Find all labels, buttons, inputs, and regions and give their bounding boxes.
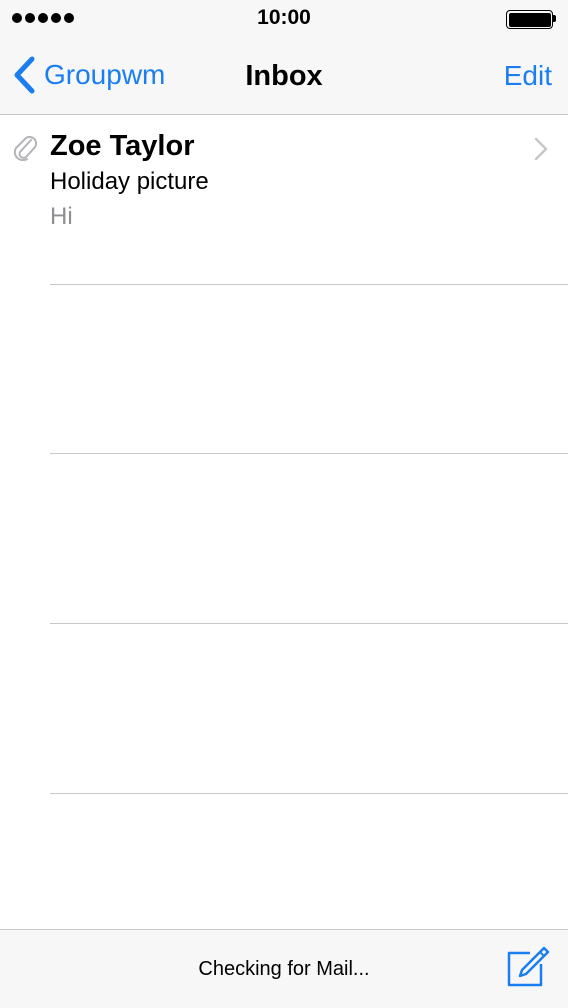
battery-body: [506, 10, 553, 29]
mail-sender: Zoe Taylor: [50, 130, 195, 162]
paperclip-icon: [13, 135, 38, 161]
mail-subject: Holiday picture: [50, 168, 209, 195]
empty-row: [50, 454, 568, 624]
page-title: Inbox: [245, 60, 323, 92]
status-bar: 10:00: [0, 0, 568, 40]
bottom-toolbar: Checking for Mail...: [0, 929, 568, 1008]
mail-list[interactable]: Zoe Taylor Holiday picture Hi: [0, 115, 568, 929]
mail-row-content: Zoe Taylor Holiday picture Hi: [50, 115, 568, 285]
edit-button[interactable]: Edit: [504, 58, 552, 94]
empty-row: [50, 624, 568, 794]
navigation-bar: Groupwm Inbox Edit: [0, 40, 568, 115]
battery-tip: [553, 15, 556, 22]
chevron-right-icon: [534, 137, 548, 161]
status-time: 10:00: [257, 6, 311, 29]
mail-status-text: Checking for Mail...: [198, 958, 370, 980]
compose-icon[interactable]: [504, 944, 550, 990]
mail-list-item[interactable]: Zoe Taylor Holiday picture Hi: [0, 115, 568, 285]
mail-preview: Hi: [50, 203, 73, 230]
battery-fill: [508, 12, 551, 27]
empty-row: [50, 284, 568, 454]
battery-icon: [506, 10, 556, 29]
mail-app-screen: 10:00 Groupwm Inbox Edit Zoe Taylor Holi…: [0, 0, 568, 1008]
